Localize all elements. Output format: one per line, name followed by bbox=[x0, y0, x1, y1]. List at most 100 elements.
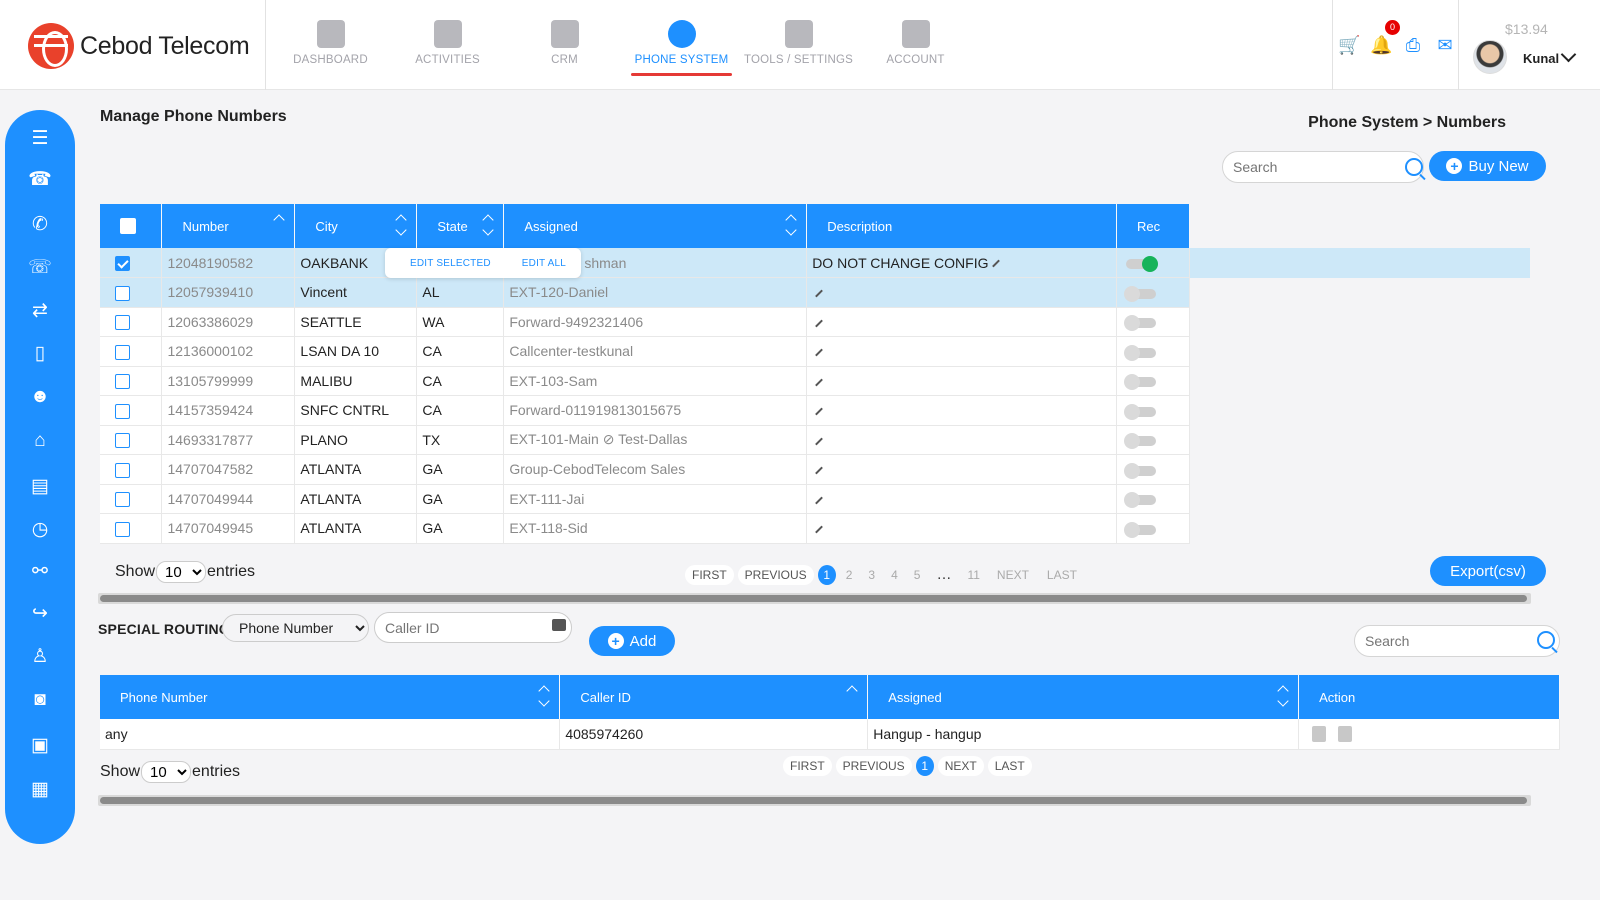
previous-page-button[interactable]: PREVIOUS bbox=[835, 756, 912, 776]
last-page-button[interactable]: LAST bbox=[987, 756, 1032, 776]
page-5-button[interactable]: 5 bbox=[908, 565, 927, 585]
call-icon[interactable]: ✆ bbox=[28, 214, 52, 236]
breadcrumb[interactable]: Phone System > Numbers bbox=[1308, 114, 1506, 132]
rec-toggle[interactable] bbox=[1123, 374, 1156, 391]
pencil-icon[interactable] bbox=[815, 496, 824, 504]
conference-icon[interactable]: ⌂ bbox=[28, 430, 52, 452]
cell-assigned[interactable]: EXT-103-Sam bbox=[503, 366, 808, 396]
mail-icon[interactable]: ✉ bbox=[1434, 34, 1456, 56]
caller-id-input[interactable] bbox=[374, 612, 572, 643]
page-size-select[interactable]: 10 bbox=[156, 561, 207, 583]
page-2-button[interactable]: 2 bbox=[840, 565, 859, 585]
cell-description[interactable]: DO NOT CHANGE CONFIG bbox=[806, 248, 1117, 278]
rec-toggle[interactable] bbox=[1123, 403, 1156, 420]
routing-search-input[interactable] bbox=[1354, 625, 1560, 657]
search-icon[interactable] bbox=[1537, 631, 1555, 649]
nav-crm[interactable]: CRM bbox=[506, 0, 623, 90]
pencil-icon[interactable] bbox=[815, 378, 824, 386]
row-checkbox[interactable] bbox=[115, 462, 130, 478]
search-input[interactable] bbox=[1222, 151, 1424, 183]
rec-toggle[interactable] bbox=[1123, 315, 1156, 332]
pencil-icon[interactable] bbox=[815, 466, 824, 475]
printer-icon[interactable]: ⎙ bbox=[1402, 34, 1424, 56]
timer-icon[interactable]: ◷ bbox=[28, 519, 52, 541]
pencil-icon[interactable] bbox=[815, 289, 824, 298]
page-1-button[interactable]: 1 bbox=[817, 564, 836, 585]
row-checkbox[interactable] bbox=[115, 255, 130, 271]
bell-icon[interactable]: 🔔 0 bbox=[1370, 20, 1400, 56]
rec-toggle[interactable] bbox=[1123, 492, 1156, 509]
table-row[interactable]: 13105799999 MALIBU CA EXT-103-Sam bbox=[100, 366, 1191, 396]
table-row[interactable]: 14707049944 ATLANTA GA EXT-111-Jai bbox=[100, 484, 1191, 514]
col-number[interactable]: Number bbox=[161, 204, 296, 248]
cell-description[interactable] bbox=[806, 277, 1117, 308]
rec-toggle[interactable] bbox=[1123, 521, 1156, 538]
col-assigned[interactable]: Assigned bbox=[503, 204, 808, 248]
delete-icon[interactable] bbox=[1337, 726, 1352, 743]
chevron-down-icon[interactable] bbox=[1560, 46, 1577, 63]
page-4-button[interactable]: 4 bbox=[885, 565, 904, 585]
keyboard-icon[interactable] bbox=[552, 619, 566, 631]
cell-assigned[interactable]: Callcenter-testkunal bbox=[503, 336, 808, 367]
row-checkbox[interactable] bbox=[115, 374, 130, 390]
table-row[interactable]: 14157359424 SNFC CNTRL CA Forward-011919813… bbox=[100, 395, 1191, 426]
buy-new-button[interactable]: + Buy New bbox=[1429, 151, 1546, 181]
cell-description[interactable] bbox=[806, 336, 1117, 367]
nav-dashboard[interactable]: DASHBOARD bbox=[272, 0, 389, 90]
edit-selected-button[interactable]: EDIT SELECTED bbox=[410, 258, 491, 269]
rec-toggle[interactable] bbox=[1123, 344, 1156, 361]
user-transfer-icon[interactable]: ⇄ bbox=[28, 300, 52, 322]
add-routing-button[interactable]: + Add bbox=[589, 626, 675, 656]
table-row[interactable]: 12048190582 OAKBANK shman DO NOT CHANGE CON… bbox=[100, 248, 1191, 278]
phone-keypad-icon[interactable]: ☎ bbox=[28, 169, 52, 191]
first-page-button[interactable]: FIRST bbox=[685, 564, 734, 585]
username[interactable]: Kunal bbox=[1523, 51, 1559, 66]
table-row[interactable]: 14707049945 ATLANTA GA EXT-118-Sid bbox=[100, 513, 1191, 544]
cell-assigned[interactable]: EXT-111-Jai bbox=[503, 484, 808, 514]
nav-phone-system[interactable]: PHONE SYSTEM bbox=[623, 0, 740, 90]
rec-toggle[interactable] bbox=[1123, 285, 1156, 302]
cell-description[interactable] bbox=[806, 395, 1117, 426]
avatar[interactable] bbox=[1473, 40, 1507, 74]
cart-icon[interactable]: 🛒 bbox=[1338, 34, 1360, 56]
table-row[interactable]: 14707047582 ATLANTA GA Group-CebodTelecom S… bbox=[100, 454, 1191, 485]
row-checkbox[interactable] bbox=[115, 285, 130, 301]
horizontal-scrollbar[interactable] bbox=[98, 593, 1531, 604]
row-checkbox[interactable] bbox=[115, 521, 130, 537]
row-checkbox[interactable] bbox=[115, 433, 130, 449]
select-all-checkbox[interactable] bbox=[120, 218, 136, 235]
cell-assigned[interactable]: EXT-101-Main ⊘ Test-Dallas bbox=[503, 425, 808, 455]
col-city[interactable]: City bbox=[294, 204, 418, 248]
cell-assigned[interactable]: EXT-120-Daniel bbox=[503, 277, 808, 308]
document-icon[interactable]: ▤ bbox=[28, 476, 52, 498]
pencil-icon[interactable] bbox=[815, 437, 824, 445]
cell-description[interactable] bbox=[806, 454, 1117, 485]
routing-type-select[interactable]: Phone Number bbox=[222, 614, 369, 642]
col-state[interactable]: State bbox=[416, 204, 505, 248]
call-forward-icon[interactable]: ↪ bbox=[28, 603, 52, 625]
col-caller-id[interactable]: Caller ID bbox=[559, 675, 869, 719]
pencil-icon[interactable] bbox=[815, 525, 824, 534]
next-page-button[interactable]: NEXT bbox=[990, 565, 1036, 585]
table-row[interactable]: 14693317877 PLANO TX EXT-101-Main ⊘ Test-Da… bbox=[100, 425, 1191, 455]
horizontal-scrollbar[interactable] bbox=[98, 795, 1531, 806]
rec-toggle[interactable] bbox=[1125, 255, 1158, 272]
pencil-icon[interactable] bbox=[815, 407, 824, 416]
pencil-icon[interactable] bbox=[815, 348, 824, 357]
cell-description[interactable] bbox=[806, 425, 1117, 455]
page-1-button[interactable]: 1 bbox=[915, 756, 934, 776]
pencil-icon[interactable] bbox=[991, 259, 1000, 268]
rec-toggle[interactable] bbox=[1123, 433, 1156, 450]
contact-card-icon[interactable]: ▦ bbox=[28, 779, 52, 801]
nav-account[interactable]: ACCOUNT bbox=[857, 0, 974, 90]
row-checkbox[interactable] bbox=[115, 344, 130, 360]
table-row[interactable]: 12063386029 SEATTLE WA Forward-9492321406 bbox=[100, 307, 1191, 337]
cell-description[interactable] bbox=[806, 366, 1117, 396]
page-size-select[interactable]: 10 bbox=[141, 761, 192, 783]
previous-page-button[interactable]: PREVIOUS bbox=[737, 564, 814, 585]
voicemail-icon[interactable]: ▣ bbox=[28, 735, 52, 757]
link-icon[interactable]: ⚯ bbox=[28, 561, 52, 583]
edit-all-button[interactable]: EDIT ALL bbox=[522, 258, 566, 269]
fax-icon[interactable]: ☏ bbox=[28, 257, 52, 279]
page-3-button[interactable]: 3 bbox=[862, 565, 881, 585]
